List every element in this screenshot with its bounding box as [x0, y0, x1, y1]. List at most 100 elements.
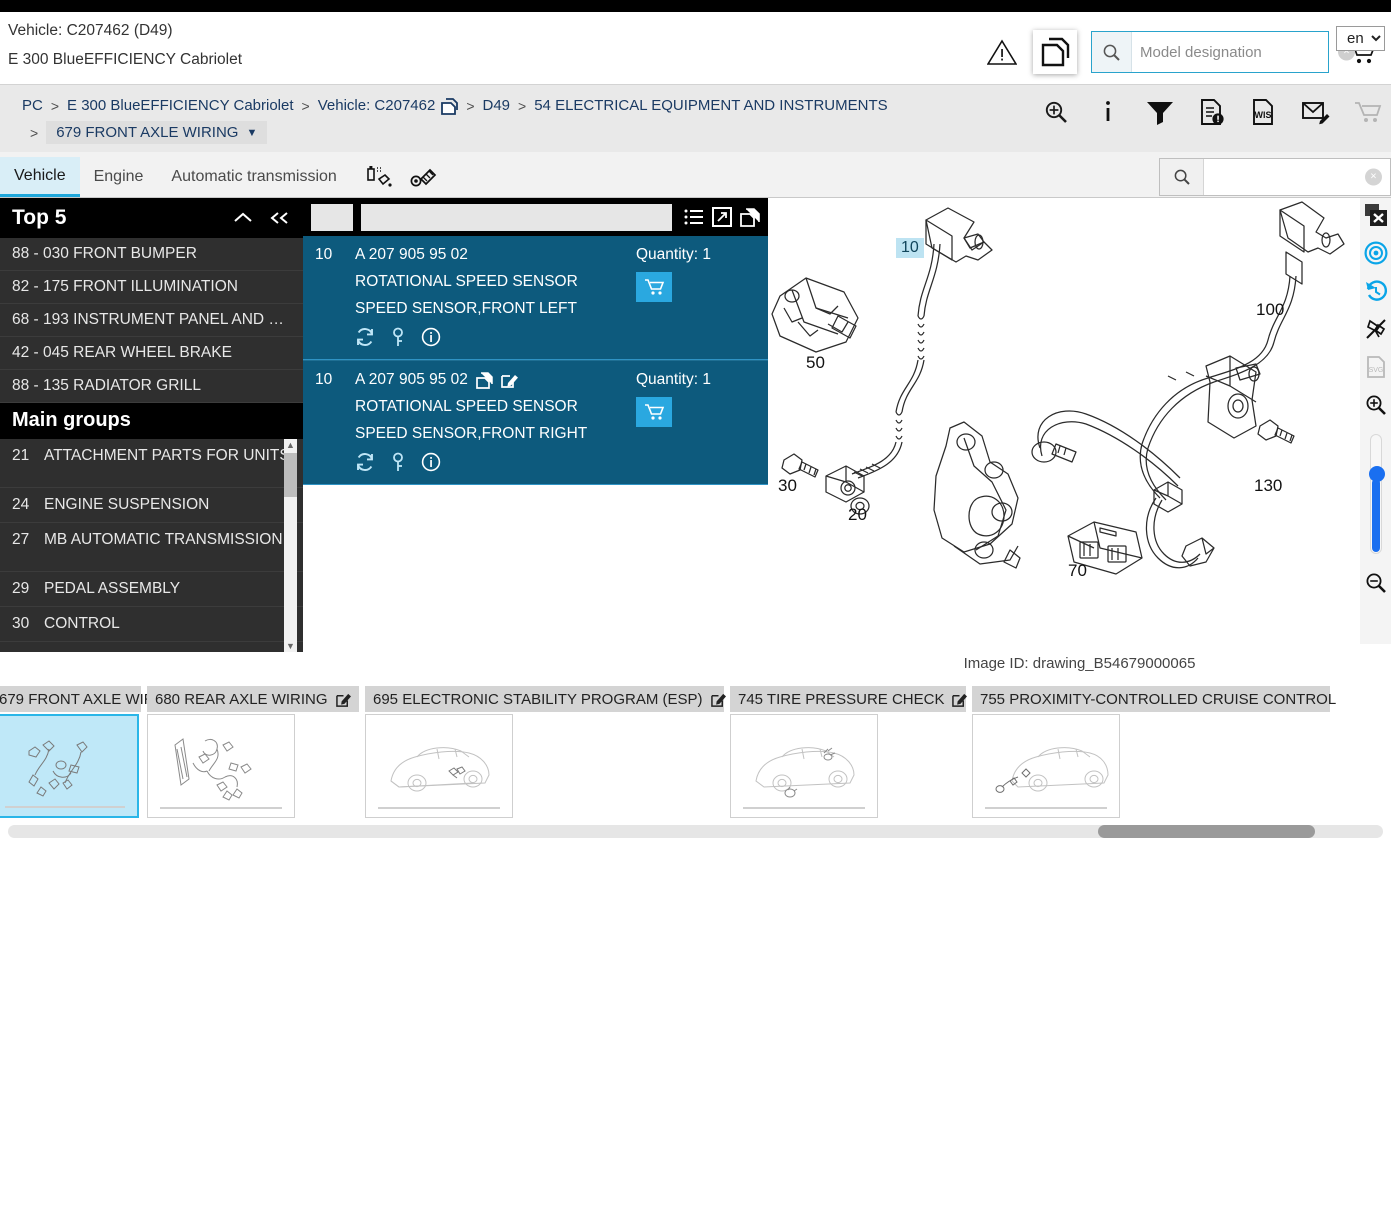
- drawing-callout-20[interactable]: 20: [848, 505, 867, 525]
- wis-document-icon[interactable]: WIS: [1249, 97, 1279, 127]
- chevron-down-icon[interactable]: ▼: [246, 127, 257, 139]
- thumbnail-item[interactable]: 679 FRONT AXLE WIRING: [0, 686, 205, 818]
- zoom-slider[interactable]: [1368, 434, 1385, 554]
- warning-triangle-icon[interactable]: [985, 35, 1019, 69]
- zoom-out-icon[interactable]: [1363, 570, 1389, 596]
- part-number[interactable]: A 207 905 95 02: [355, 371, 468, 389]
- top5-item[interactable]: 82 - 175 FRONT ILLUMINATION: [0, 271, 303, 304]
- part-row[interactable]: 10 A 207 905 95 02 ROTATIONAL SPEED SENS…: [303, 236, 768, 360]
- history-undo-icon[interactable]: [1363, 278, 1389, 304]
- info-circle-icon[interactable]: [421, 327, 441, 347]
- drawing-callout-130[interactable]: 130: [1254, 476, 1282, 496]
- edit-icon[interactable]: [501, 372, 518, 389]
- drawing-callout-10[interactable]: 10: [896, 238, 924, 258]
- part-row[interactable]: 10 A 207 905 95 02 ROTATIONAL SPEED SENS…: [303, 360, 768, 485]
- add-to-cart-button[interactable]: [636, 397, 672, 427]
- expand-icon[interactable]: [712, 207, 732, 227]
- parts-header-box[interactable]: [311, 203, 353, 231]
- drawing-callout-30[interactable]: 30: [778, 476, 797, 496]
- copy-icon[interactable]: [441, 97, 459, 115]
- technical-drawing[interactable]: 10 50 30 20 70 100 130 Image ID: drawing…: [768, 198, 1391, 672]
- add-to-cart-button[interactable]: [636, 272, 672, 302]
- zoom-in-icon[interactable]: [1363, 392, 1389, 418]
- thumbnail-label[interactable]: 680 REAR AXLE WIRING: [147, 686, 361, 712]
- list-view-icon[interactable]: [684, 208, 704, 226]
- tab-vehicle[interactable]: Vehicle: [0, 157, 80, 197]
- thumbnail-item[interactable]: 695 ELECTRONIC STABILITY PROGRAM (ESP): [365, 686, 726, 818]
- paint-spray-icon[interactable]: [365, 165, 393, 191]
- main-group-item[interactable]: 30 CONTROL: [0, 607, 303, 642]
- breadcrumb-item-model[interactable]: E 300 BlueEFFICIENCY Cabriolet: [67, 93, 294, 119]
- refresh-icon[interactable]: [355, 452, 375, 472]
- breadcrumb-item-group[interactable]: 54 ELECTRICAL EQUIPMENT AND INSTRUMENTS: [534, 93, 887, 119]
- zoom-slider-knob[interactable]: [1368, 466, 1385, 483]
- thumbnail-item[interactable]: 680 REAR AXLE WIRING: [147, 686, 361, 818]
- copy-button[interactable]: [1033, 30, 1077, 74]
- model-search-box[interactable]: Model designation ×: [1091, 31, 1355, 73]
- main-group-item[interactable]: 29 PEDAL ASSEMBLY: [0, 572, 303, 607]
- unpin-icon[interactable]: [1363, 316, 1389, 342]
- thumbnail-label[interactable]: 755 PROXIMITY-CONTROLLED CRUISE CONTROL: [972, 686, 1336, 712]
- document-alert-icon[interactable]: [1197, 97, 1227, 127]
- drawing-callout-70[interactable]: 70: [1068, 561, 1087, 581]
- breadcrumb-item-vehicle[interactable]: Vehicle: C207462: [318, 93, 436, 119]
- svg-export-icon[interactable]: SVG: [1363, 354, 1389, 380]
- cart-icon-disabled[interactable]: [1353, 97, 1383, 127]
- collapse-left-icon[interactable]: [269, 211, 291, 225]
- thumbnail-image[interactable]: [147, 714, 295, 818]
- key-icon[interactable]: [389, 327, 407, 347]
- copy-icon[interactable]: [740, 207, 760, 227]
- info-icon[interactable]: [1093, 97, 1123, 127]
- parts-header-bar[interactable]: [361, 203, 672, 231]
- horizontal-scrollbar-thumb[interactable]: [1098, 825, 1315, 838]
- edit-icon[interactable]: [335, 692, 351, 707]
- thumbnail-image[interactable]: [365, 714, 513, 818]
- breadcrumb-item-d49[interactable]: D49: [483, 93, 511, 119]
- key-icon[interactable]: [389, 452, 407, 472]
- info-circle-icon[interactable]: [421, 452, 441, 472]
- thumbnail-image[interactable]: [972, 714, 1120, 818]
- part-number[interactable]: A 207 905 95 02: [355, 246, 468, 264]
- scrollbar-thumb[interactable]: [284, 453, 297, 497]
- breadcrumb-item-pc[interactable]: PC: [22, 93, 43, 119]
- horizontal-scrollbar[interactable]: [8, 825, 1383, 838]
- filter-funnel-icon[interactable]: [1145, 97, 1175, 127]
- search-icon[interactable]: [1160, 159, 1204, 195]
- top5-item[interactable]: 68 - 193 INSTRUMENT PANEL AND GL...: [0, 304, 303, 337]
- tab-automatic-transmission[interactable]: Automatic transmission: [157, 157, 350, 197]
- close-window-icon[interactable]: [1363, 202, 1389, 228]
- edit-icon[interactable]: [710, 692, 726, 707]
- top5-item[interactable]: 88 - 135 RADIATOR GRILL: [0, 370, 303, 403]
- thumbnail-label[interactable]: 695 ELECTRONIC STABILITY PROGRAM (ESP): [365, 686, 726, 712]
- mail-edit-icon[interactable]: [1301, 97, 1331, 127]
- language-select[interactable]: en: [1336, 26, 1385, 51]
- model-search-input[interactable]: Model designation: [1132, 32, 1328, 72]
- main-group-item[interactable]: 24 ENGINE SUSPENSION: [0, 488, 303, 523]
- thumbnail-image[interactable]: [730, 714, 878, 818]
- top5-item[interactable]: 88 - 030 FRONT BUMPER: [0, 238, 303, 271]
- drawing-callout-100[interactable]: 100: [1256, 300, 1284, 320]
- main-group-item[interactable]: 21 ATTACHMENT PARTS FOR UNITS: [0, 439, 303, 488]
- top5-item[interactable]: 42 - 045 REAR WHEEL BRAKE: [0, 337, 303, 370]
- search-icon[interactable]: [1092, 32, 1132, 72]
- target-icon[interactable]: [1363, 240, 1389, 266]
- scroll-down-arrow-icon[interactable]: ▼: [286, 640, 295, 652]
- main-group-item[interactable]: 27 MB AUTOMATIC TRANSMISSION: [0, 523, 303, 572]
- edit-icon[interactable]: [952, 692, 968, 707]
- clear-icon[interactable]: ×: [1365, 168, 1382, 186]
- sidebar-scrollbar[interactable]: ▲ ▼: [284, 439, 297, 652]
- fastener-bolt-icon[interactable]: [409, 165, 439, 191]
- drawing-callout-50[interactable]: 50: [806, 353, 825, 373]
- scroll-up-arrow-icon[interactable]: ▲: [286, 439, 295, 451]
- breadcrumb-current-dropdown[interactable]: 679 FRONT AXLE WIRING ▼: [46, 121, 268, 144]
- thumbnail-image[interactable]: [0, 714, 139, 818]
- refresh-icon[interactable]: [355, 327, 375, 347]
- thumbnail-item[interactable]: 745 TIRE PRESSURE CHECK: [730, 686, 968, 818]
- thumbnail-label[interactable]: 745 TIRE PRESSURE CHECK: [730, 686, 968, 712]
- thumbnail-item[interactable]: 755 PROXIMITY-CONTROLLED CRUISE CONTROL: [972, 686, 1336, 818]
- zoom-in-icon[interactable]: [1041, 97, 1071, 127]
- copy-icon[interactable]: [476, 371, 493, 389]
- tab-search-input[interactable]: ×: [1204, 159, 1390, 195]
- tab-search-box[interactable]: ×: [1159, 158, 1391, 196]
- thumbnail-label[interactable]: 679 FRONT AXLE WIRING: [0, 686, 205, 712]
